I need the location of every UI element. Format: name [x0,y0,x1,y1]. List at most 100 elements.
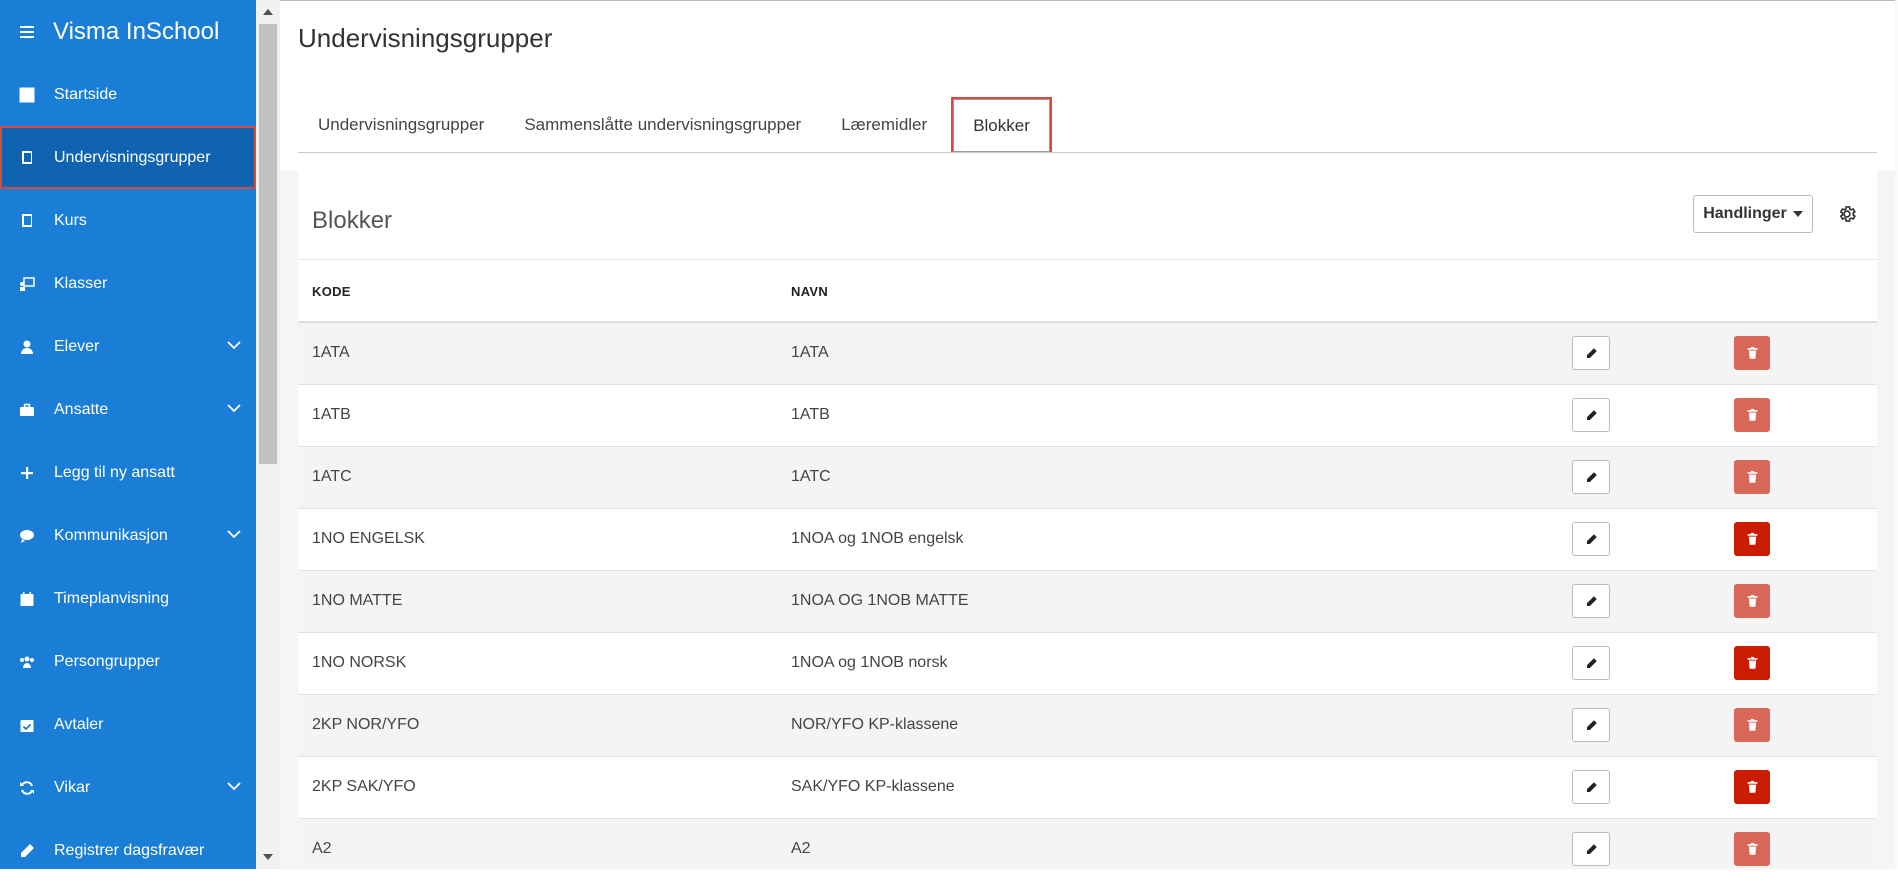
column-header-name[interactable]: NAVN [791,284,828,299]
actions-dropdown-button[interactable]: Handlinger [1693,195,1813,233]
delete-button[interactable] [1734,336,1770,370]
pencil-icon [1585,595,1598,608]
briefcase-icon [18,401,36,419]
sidebar-item-label: Ansatte [54,400,109,418]
chevron-down-icon[interactable] [226,400,242,416]
chevron-down-icon[interactable] [226,337,242,353]
calendar-check-icon [18,716,36,734]
edit-button[interactable] [1572,770,1610,804]
table-body: 1ATA 1ATA 1ATB 1ATB 1ATC 1ATC 1NO ENGELSK 1NOA … [298,323,1877,869]
delete-button[interactable] [1734,770,1770,804]
sidebar-item-label: Kurs [54,211,87,229]
edit-button[interactable] [1572,336,1610,370]
scroll-down-arrow-icon[interactable] [263,854,273,860]
tab-undervisningsgrupper[interactable]: Undervisningsgrupper [298,97,504,152]
cell-name: 1ATB [791,406,830,423]
tab-læremidler[interactable]: Læremidler [821,97,947,152]
sidebar-scrollbar[interactable] [256,0,280,869]
chevron-down-icon[interactable] [226,778,242,794]
table-row: 1NO NORSK 1NOA og 1NOB norsk [298,633,1877,695]
sidebar-item-vikar[interactable]: Vikar [0,756,256,819]
sidebar-nav: Startside Undervisningsgrupper Kurs Klasser… [0,63,256,882]
trash-icon [1746,842,1759,856]
pencil-icon [1585,409,1598,422]
scroll-up-arrow-icon[interactable] [263,9,273,15]
sidebar-item-registrer-dagsfravær[interactable]: Registrer dagsfravær [0,819,256,882]
sidebar-item-label: Startside [54,85,118,103]
sidebar-item-avtaler[interactable]: Avtaler [0,693,256,756]
plus-icon [18,464,36,482]
sidebar-item-label: Legg til ny ansatt [54,463,175,481]
trash-icon [1746,532,1759,546]
sidebar-item-elever[interactable]: Elever [0,315,256,378]
scrollbar-thumb[interactable] [259,24,277,464]
pencil-icon [18,842,36,860]
page-header: Undervisningsgrupper [280,0,1898,72]
blocks-card: Blokker Handlinger KODE NAVN 1ATA 1ATA 1AT… [298,171,1877,869]
delete-button[interactable] [1734,398,1770,432]
edit-button[interactable] [1572,584,1610,618]
edit-button[interactable] [1572,398,1610,432]
cell-name: 1NOA og 1NOB norsk [791,654,948,671]
gear-icon[interactable] [1837,204,1857,224]
column-header-code[interactable]: KODE [312,284,351,299]
sidebar-item-label: Klasser [54,274,108,292]
cell-code: 2KP NOR/YFO [312,716,420,733]
edit-button[interactable] [1572,460,1610,494]
actions-label: Handlinger [1703,205,1787,222]
cell-code: A2 [312,840,332,857]
edit-button[interactable] [1572,708,1610,742]
edit-button[interactable] [1572,646,1610,680]
sidebar-item-kurs[interactable]: Kurs [0,189,256,252]
trash-icon [1746,346,1759,360]
caret-down-icon [1792,211,1803,217]
calendar-icon [18,590,36,608]
sidebar-item-startside[interactable]: Startside [0,63,256,126]
trash-icon [1746,594,1759,608]
table-row: 1ATC 1ATC [298,447,1877,509]
delete-button[interactable] [1734,460,1770,494]
sidebar-item-legg-til-ny-ansatt[interactable]: Legg til ny ansatt [0,441,256,504]
sidebar-item-ansatte[interactable]: Ansatte [0,378,256,441]
table-row: 1ATB 1ATB [298,385,1877,447]
trash-icon [1746,718,1759,732]
chevron-down-icon[interactable] [226,526,242,542]
delete-button[interactable] [1734,832,1770,866]
tab-sammenslåtte-undervisningsgrupper[interactable]: Sammenslåtte undervisningsgrupper [504,97,821,152]
table-row: 1NO MATTE 1NOA OG 1NOB MATTE [298,571,1877,633]
delete-button[interactable] [1734,708,1770,742]
sidebar-item-label: Registrer dagsfravær [54,841,205,859]
table-row: 2KP NOR/YFO NOR/YFO KP-klassene [298,695,1877,757]
table-header: KODE NAVN [298,259,1877,323]
pencil-icon [1585,347,1598,360]
edit-button[interactable] [1572,522,1610,556]
cell-code: 1NO ENGELSK [312,530,425,547]
trash-icon [1746,408,1759,422]
table-row: A2 A2 [298,819,1877,869]
sidebar-item-klasser[interactable]: Klasser [0,252,256,315]
cell-name: 1NOA og 1NOB engelsk [791,530,964,547]
chat-icon [18,527,36,545]
sidebar-item-label: Kommunikasjon [54,526,168,544]
pencil-icon [1585,719,1598,732]
cell-code: 1NO NORSK [312,654,407,671]
delete-button[interactable] [1734,646,1770,680]
sidebar-item-persongrupper[interactable]: Persongrupper [0,630,256,693]
sidebar-item-kommunikasjon[interactable]: Kommunikasjon [0,504,256,567]
delete-button[interactable] [1734,522,1770,556]
sidebar-item-label: Timeplanvisning [54,589,170,607]
sidebar-header: Visma InSchool [0,0,256,63]
classroom-icon [18,275,36,293]
pencil-icon [1585,533,1598,546]
sidebar-item-label: Avtaler [54,715,104,733]
hamburger-menu-icon[interactable] [20,25,34,38]
sidebar-item-timeplanvisning[interactable]: Timeplanvisning [0,567,256,630]
main-content: Undervisningsgrupper Undervisningsgruppe… [280,0,1898,869]
grid-icon [18,86,36,104]
pencil-icon [1585,657,1598,670]
sidebar-item-undervisningsgrupper[interactable]: Undervisningsgrupper [0,126,256,189]
edit-button[interactable] [1572,832,1610,866]
tab-blokker[interactable]: Blokker [951,97,1052,152]
delete-button[interactable] [1734,584,1770,618]
app-title[interactable]: Visma InSchool [53,18,219,46]
